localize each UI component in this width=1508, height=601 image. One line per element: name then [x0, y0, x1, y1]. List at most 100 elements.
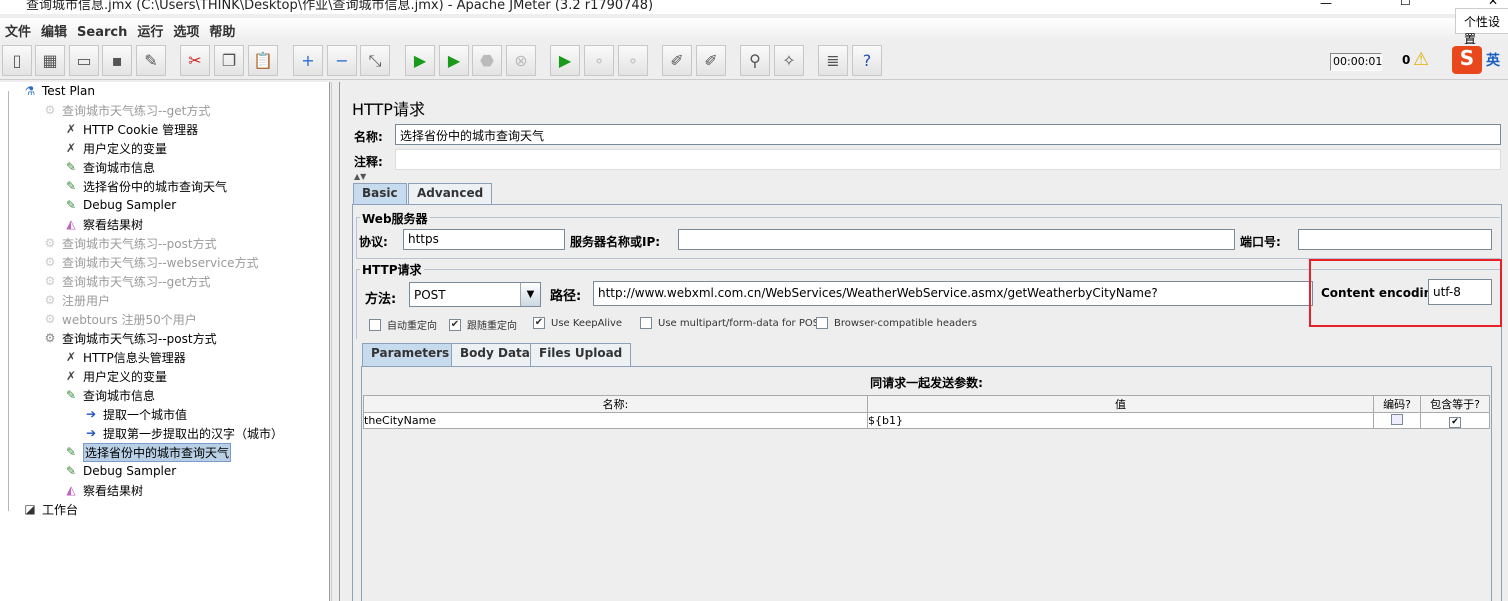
- tree-node[interactable]: ✗ 用户定义的变量: [62, 139, 167, 157]
- tree-node[interactable]: ⚙ webtours 注册50个用户: [41, 310, 197, 328]
- ime-mode[interactable]: 英: [1486, 50, 1500, 70]
- function-helper-button[interactable]: ≣: [818, 45, 848, 76]
- tree-node[interactable]: ◪ 工作台: [21, 500, 78, 518]
- tree-node[interactable]: ⚙ 查询城市天气练习--post方式: [41, 234, 217, 252]
- menu-2[interactable]: Search: [72, 22, 132, 43]
- checkbox-option[interactable]: ✔ Use KeepAlive: [533, 317, 622, 329]
- sampler-icon: ✎: [65, 198, 77, 212]
- checkbox-option[interactable]: Use multipart/form-data for POST: [640, 317, 825, 329]
- tree-node[interactable]: ⚗ Test Plan: [21, 82, 95, 100]
- server-input[interactable]: [678, 229, 1235, 250]
- tree-node[interactable]: ➔ 提取一个城市值: [82, 405, 187, 423]
- sogou-ime-icon[interactable]: S: [1452, 46, 1482, 74]
- checkbox-option[interactable]: Browser-compatible headers: [816, 317, 977, 329]
- reset-search-button[interactable]: ✧: [774, 45, 804, 76]
- unchecked-checkbox-icon[interactable]: [369, 318, 381, 331]
- chevron-down-icon[interactable]: ▼: [520, 283, 540, 306]
- comment-input[interactable]: [395, 149, 1501, 170]
- tree-node[interactable]: ✎ 选择省份中的城市查询天气: [62, 442, 232, 462]
- tree-node[interactable]: ✎ 选择省份中的城市查询天气: [62, 177, 227, 195]
- column-name[interactable]: 名称:: [363, 395, 868, 413]
- clear-button[interactable]: ✐: [662, 45, 692, 76]
- collapse-button[interactable]: −: [327, 45, 357, 76]
- save-as-button[interactable]: ✎: [136, 45, 166, 76]
- tab-advanced[interactable]: Advanced: [408, 183, 493, 204]
- unchecked-checkbox-icon[interactable]: [816, 317, 828, 329]
- minimize-button[interactable]: —: [1320, 0, 1332, 10]
- test-plan-icon: ⚗: [24, 84, 36, 98]
- tree-node[interactable]: ⚙ 查询城市天气练习--get方式: [41, 101, 211, 119]
- checkbox-option[interactable]: ✔ 跟随重定向: [449, 317, 517, 332]
- menu-3[interactable]: 运行: [132, 18, 168, 43]
- templates-button[interactable]: ▦: [35, 45, 65, 76]
- remote-stop-button[interactable]: ∘: [584, 45, 614, 76]
- column-include-equals[interactable]: 包含等于?: [1420, 395, 1490, 413]
- param-name[interactable]: theCityName: [363, 412, 868, 429]
- start-button[interactable]: ▶: [405, 45, 435, 76]
- paste-button[interactable]: 📋: [248, 45, 278, 76]
- encode-checkbox[interactable]: [1391, 413, 1403, 425]
- clear-all-button[interactable]: ✐: [696, 45, 726, 76]
- protocol-input[interactable]: https: [403, 229, 565, 250]
- warning-icon[interactable]: ⚠: [1413, 49, 1429, 70]
- search-button[interactable]: ⚲: [740, 45, 770, 76]
- column-encode[interactable]: 编码?: [1373, 395, 1421, 413]
- split-pane-divider[interactable]: [331, 82, 340, 601]
- sampler-icon: ✎: [65, 179, 77, 193]
- tree-node[interactable]: ◭ 察看结果树: [62, 481, 143, 499]
- tree-node[interactable]: ✎ 查询城市信息: [62, 386, 155, 404]
- start-no-pause-button[interactable]: ▶: [439, 45, 469, 76]
- tab-files-upload[interactable]: Files Upload: [530, 343, 632, 366]
- tree-node[interactable]: ⚙ 查询城市天气练习--post方式: [41, 329, 217, 347]
- tree-node[interactable]: ⚙ 查询城市天气练习--webservice方式: [41, 253, 259, 271]
- expand-button[interactable]: +: [293, 45, 323, 76]
- help-button[interactable]: ?: [852, 45, 882, 76]
- menu-1[interactable]: 编辑: [36, 18, 72, 43]
- stop-button[interactable]: ⬣: [472, 45, 502, 76]
- tree-node[interactable]: ✎ 查询城市信息: [62, 158, 155, 176]
- remote-shutdown-button[interactable]: ∘: [618, 45, 648, 76]
- tree-node[interactable]: ✎ Debug Sampler: [62, 196, 176, 214]
- column-value[interactable]: 值: [867, 395, 1374, 413]
- unchecked-checkbox-icon[interactable]: [640, 317, 652, 329]
- tab-parameters[interactable]: Parameters: [362, 343, 459, 366]
- path-input[interactable]: http://www.webxml.com.cn/WebServices/Wea…: [593, 281, 1313, 306]
- tree-node[interactable]: ⚙ 注册用户: [41, 291, 110, 309]
- new-button[interactable]: ▯: [2, 45, 32, 76]
- tab-basic[interactable]: Basic: [353, 183, 407, 204]
- tree-node[interactable]: ✎ Debug Sampler: [62, 462, 176, 480]
- cut-button[interactable]: ✂: [180, 45, 210, 76]
- name-input[interactable]: 选择省份中的城市查询天气: [395, 124, 1501, 145]
- copy-button[interactable]: ❐: [214, 45, 244, 76]
- checkbox-option[interactable]: 自动重定向: [369, 317, 437, 332]
- include-equals-checkbox[interactable]: ✔: [1449, 416, 1461, 428]
- tree-node-label: 注册用户: [62, 293, 111, 308]
- tab-body-data[interactable]: Body Data: [451, 343, 539, 366]
- open-button[interactable]: ▭: [69, 45, 99, 76]
- close-button[interactable]: ✕: [1488, 0, 1498, 8]
- tree-node[interactable]: ◭ 察看结果树: [62, 215, 143, 233]
- collapse-arrows-icon[interactable]: ▲▼: [354, 172, 366, 181]
- checked-checkbox-icon[interactable]: ✔: [449, 318, 461, 331]
- remote-start-button[interactable]: ▶: [550, 45, 580, 76]
- tree-node[interactable]: ⚙ 查询城市天气练习--get方式: [41, 272, 211, 290]
- table-row[interactable]: theCityName ${b1} ✔: [363, 412, 1490, 429]
- toggle-button[interactable]: ⤡: [360, 45, 390, 76]
- param-value[interactable]: ${b1}: [867, 412, 1374, 429]
- menu-0[interactable]: 文件: [0, 18, 36, 43]
- maximize-button[interactable]: ☐: [1400, 0, 1411, 8]
- tree-node[interactable]: ✗ HTTP信息头管理器: [62, 348, 186, 366]
- tree-node[interactable]: ✗ HTTP Cookie 管理器: [62, 120, 198, 138]
- shutdown-button[interactable]: ⊗: [506, 45, 536, 76]
- checked-checkbox-icon[interactable]: ✔: [533, 317, 545, 329]
- tree-node[interactable]: ➔ 提取第一步提取出的汉字（城市）: [82, 424, 283, 442]
- menu-5[interactable]: 帮助: [204, 18, 240, 43]
- save-button[interactable]: ▪: [102, 45, 132, 76]
- menu-4[interactable]: 选项: [168, 18, 204, 43]
- extractor-icon: ➔: [85, 426, 97, 440]
- tree-node[interactable]: ✗ 用户定义的变量: [62, 367, 167, 385]
- tree-node-label: 选择省份中的城市查询天气: [83, 179, 228, 194]
- thread-group-icon: ⚙: [44, 255, 56, 269]
- port-input[interactable]: [1298, 229, 1492, 250]
- listener-icon: ◭: [66, 483, 76, 497]
